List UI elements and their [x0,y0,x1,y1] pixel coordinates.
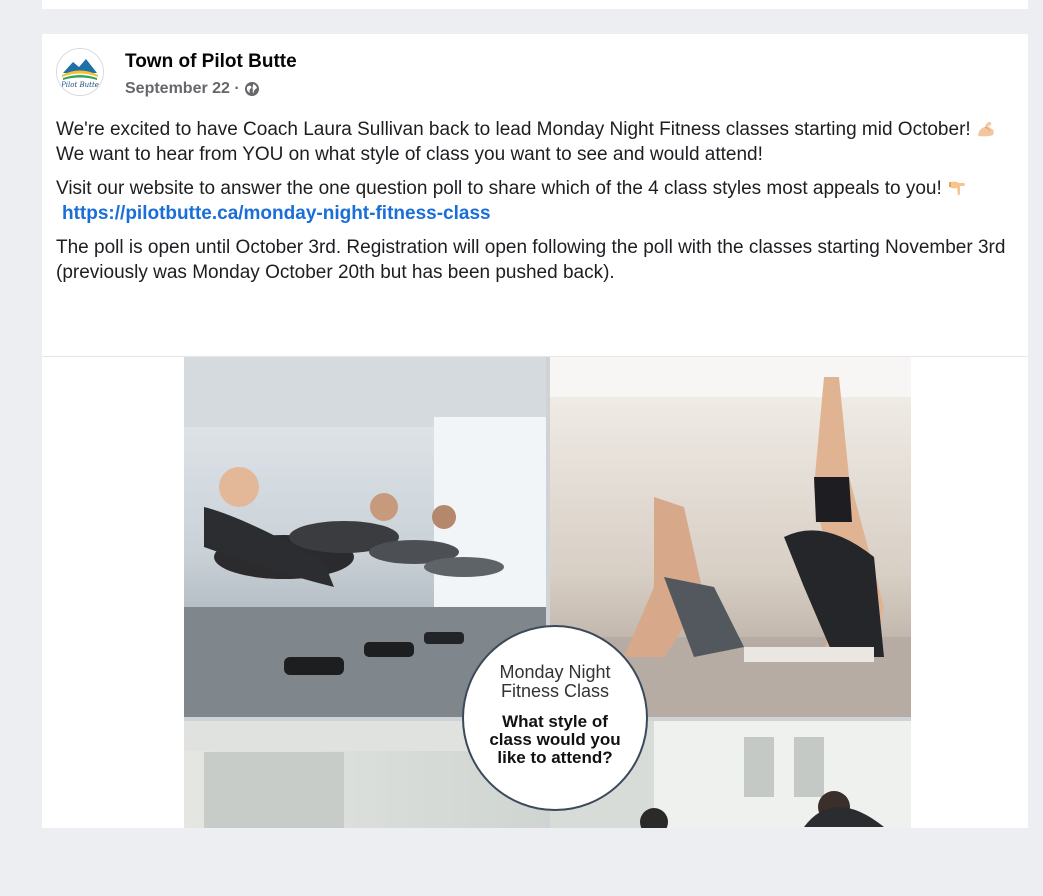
class-name-line: Monday Night [499,662,611,682]
question-line: like to attend? [497,748,613,767]
svg-text:Pilot Butte: Pilot Butte [60,81,99,89]
paragraph-text: The poll is open until October 3rd. Regi… [56,237,1006,283]
page-name-link[interactable]: Town of Pilot Butte [125,51,297,73]
class-name-line: Fitness Class [500,681,610,701]
paragraph-text: Visit our website to answer the one ques… [56,178,948,199]
pilot-butte-logo-icon: Pilot Butte [57,49,103,95]
post-image[interactable]: Monday Night Fitness Class What style of… [184,357,911,828]
globe-icon [244,82,259,96]
post-meta: September 22 · [125,80,260,98]
flexed-biceps-emoji [977,122,994,137]
post-paragraph: We're excited to have Coach Laura Sulliv… [56,117,1022,167]
page-avatar[interactable]: Pilot Butte [56,48,104,96]
class-name-label: Monday Night Fitness Class [464,663,646,701]
question-line: class would you [489,730,621,749]
backhand-index-pointing-down-emoji [949,181,966,196]
post-paragraph: The poll is open until October 3rd. Regi… [56,235,1022,285]
post-card: Pilot Butte Town of Pilot Butte Septembe… [42,34,1028,828]
post-date[interactable]: September 22 · [125,80,240,98]
question-line: What style of [502,712,608,731]
previous-post-card [42,0,1028,9]
paragraph-text: We want to hear from YOU on what style o… [56,144,763,165]
post-paragraph: Visit our website to answer the one ques… [56,176,1022,226]
paragraph-text: We're excited to have Coach Laura Sulliv… [56,119,976,140]
post-body: We're excited to have Coach Laura Sulliv… [56,117,1022,294]
poll-question-badge: Monday Night Fitness Class What style of… [462,625,648,811]
poll-link[interactable]: https://pilotbutte.ca/monday-night-fitne… [62,201,1022,226]
question-label: What style of class would you like to at… [464,713,646,767]
